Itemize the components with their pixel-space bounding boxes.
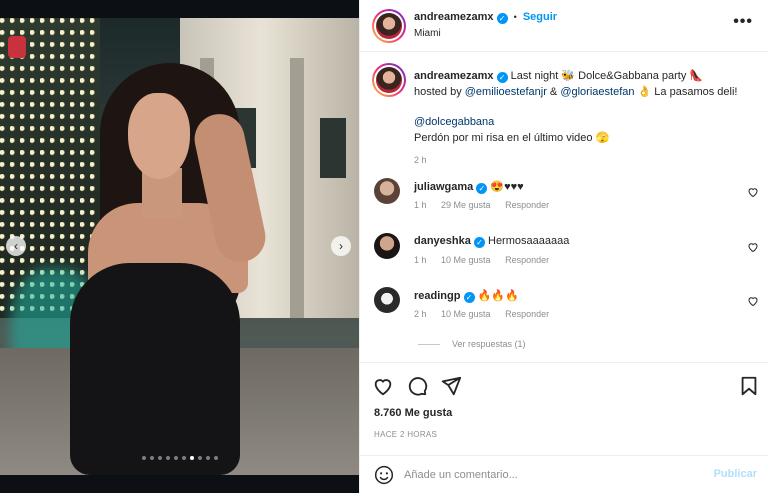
building-window — [320, 118, 346, 178]
verified-icon: ✓ — [496, 13, 508, 24]
view-replies-button[interactable]: Ver respuestas (1) — [418, 339, 526, 349]
comment-like-heart-icon[interactable] — [747, 241, 759, 253]
post-photo[interactable] — [0, 18, 359, 475]
author-username[interactable]: andreamezamx — [414, 11, 494, 23]
woman-face — [128, 93, 190, 179]
carousel-dot — [149, 456, 154, 460]
story-ring[interactable] — [372, 9, 406, 43]
commenter-avatar[interactable] — [374, 233, 400, 259]
caption-text: Last night 🐝 Dolce&Gabbana party 👠 — [510, 70, 704, 82]
comment-text: 😍♥♥♥ — [490, 181, 524, 193]
view-replies-label[interactable]: Ver respuestas (1) — [452, 339, 526, 349]
comment-item: juliawgama ✓ 😍♥♥♥ 1 h 29 Me gusta Respon… — [360, 178, 768, 222]
post-panel: andreamezamx ✓ • Seguir Miami ••• andrea… — [359, 0, 768, 493]
more-options-icon[interactable]: ••• — [733, 14, 753, 30]
building-column — [290, 58, 304, 318]
carousel-dot — [181, 456, 186, 460]
commenter-avatar[interactable] — [374, 287, 400, 313]
verified-icon: ✓ — [476, 183, 488, 194]
carousel-dot — [141, 456, 146, 460]
heart-icon[interactable] — [372, 375, 394, 397]
comment-time: 1 h — [414, 200, 427, 210]
comment-item: readingp ✓ 🔥🔥🔥 2 h 10 Me gusta Responder — [360, 287, 768, 331]
caption-story-ring[interactable] — [372, 63, 406, 97]
commenter-username[interactable]: readingp — [414, 290, 460, 302]
commenter-username[interactable]: juliawgama — [414, 181, 473, 193]
comment-likes[interactable]: 29 Me gusta — [441, 200, 491, 210]
share-icon[interactable] — [440, 375, 462, 397]
reply-button[interactable]: Responder — [505, 309, 549, 319]
post-age[interactable]: HACE 2 HORAS — [374, 430, 437, 439]
comment-like-heart-icon[interactable] — [747, 186, 759, 198]
post-caption: andreamezamx ✓ Last night 🐝 Dolce&Gabban… — [414, 68, 759, 168]
carousel-prev-button[interactable]: ‹ — [6, 236, 26, 256]
comment-time: 2 h — [414, 309, 427, 319]
commenter-avatar[interactable] — [374, 178, 400, 204]
comment-input[interactable] — [404, 464, 694, 486]
carousel-dot — [173, 456, 178, 460]
caption-username[interactable]: andreamezamx — [414, 70, 494, 82]
caption-hosted: hosted by — [414, 86, 462, 98]
caption-avatar[interactable] — [375, 66, 403, 94]
emoji-icon[interactable] — [374, 465, 394, 485]
comment-like-heart-icon[interactable] — [747, 295, 759, 307]
carousel-dot — [205, 456, 210, 460]
carousel-next-button[interactable]: › — [331, 236, 351, 256]
mention-link[interactable]: @gloriaestefan — [560, 86, 634, 98]
mention-link[interactable]: @emilioestefanjr — [465, 86, 547, 98]
comment-item: danyeshka ✓ Hermosaaaaaaa 1 h 10 Me gust… — [360, 233, 768, 277]
carousel-dot — [157, 456, 162, 460]
reply-button[interactable]: Responder — [505, 200, 549, 210]
verified-icon: ✓ — [463, 292, 475, 303]
post-media: ‹ › — [0, 0, 359, 493]
verified-icon: ✓ — [473, 237, 485, 248]
black-dress — [70, 263, 240, 475]
comment-text: 🔥🔥🔥 — [477, 290, 519, 302]
comment-text: Hermosaaaaaaa — [488, 235, 570, 247]
post-actions: 8.760 Me gusta HACE 2 HORAS — [360, 362, 768, 462]
separator: • — [513, 12, 517, 22]
post-header: andreamezamx ✓ • Seguir Miami ••• — [360, 0, 768, 52]
reply-button[interactable]: Responder — [505, 255, 549, 265]
carousel-dot — [213, 456, 218, 460]
replies-divider — [418, 344, 440, 346]
verified-icon: ✓ — [496, 72, 508, 83]
post-location[interactable]: Miami — [414, 28, 441, 39]
caption-time[interactable]: 2 h — [414, 152, 759, 168]
commenter-username[interactable]: danyeshka — [414, 235, 471, 247]
comment-likes[interactable]: 10 Me gusta — [441, 309, 491, 319]
caption-text: Perdón por mi risa en el último video 🫣 — [414, 132, 610, 144]
caption-amp: & — [549, 86, 558, 98]
author-avatar[interactable] — [375, 12, 403, 40]
follow-button[interactable]: Seguir — [523, 11, 557, 23]
likes-count[interactable]: 8.760 Me gusta — [374, 407, 452, 419]
red-lantern — [8, 36, 26, 58]
carousel-dot — [197, 456, 202, 460]
comment-time: 1 h — [414, 255, 427, 265]
comment-likes[interactable]: 10 Me gusta — [441, 255, 491, 265]
carousel-dot — [189, 456, 194, 460]
comment-icon[interactable] — [406, 375, 428, 397]
caption-text: 👌 La pasamos deli! — [637, 86, 738, 98]
bookmark-icon[interactable] — [738, 375, 760, 397]
mention-link[interactable]: @dolcegabbana — [414, 116, 494, 128]
carousel-indicator — [0, 456, 359, 460]
comment-composer: Publicar — [360, 455, 768, 493]
publish-button[interactable]: Publicar — [714, 468, 757, 480]
carousel-dot — [165, 456, 170, 460]
